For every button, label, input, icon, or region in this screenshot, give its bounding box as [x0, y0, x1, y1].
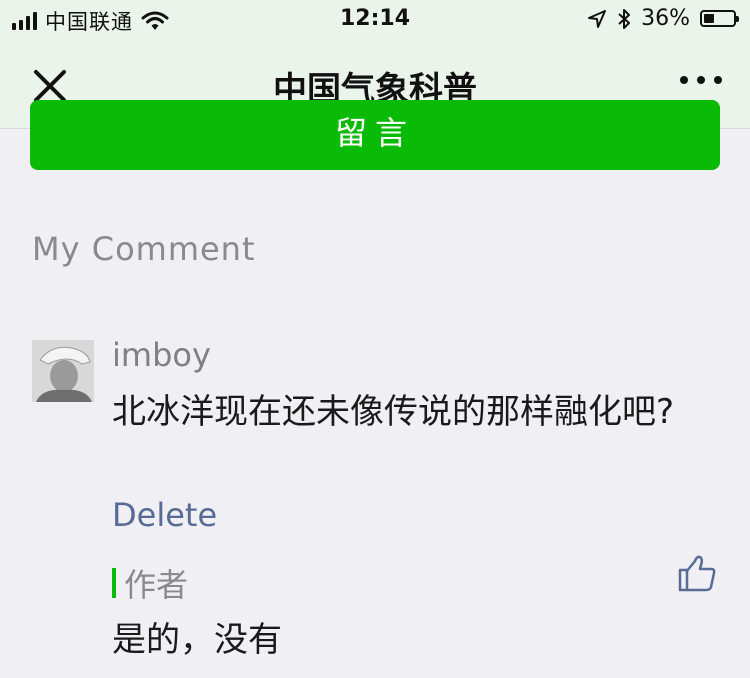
- comment-nickname: imboy: [112, 336, 211, 374]
- bluetooth-icon: [617, 8, 631, 30]
- location-arrow-icon: [587, 9, 607, 29]
- reply-text: 是的，没有: [112, 620, 282, 660]
- section-title: My Comment: [32, 230, 256, 268]
- reply-indicator-bar: [112, 568, 116, 598]
- thumbs-up-icon[interactable]: [676, 552, 718, 594]
- leave-comment-button-label: 留言: [334, 114, 415, 152]
- leave-comment-button[interactable]: 留言: [30, 100, 720, 170]
- comment-text: 北冰洋现在还未像传说的那样融化吧?: [112, 392, 675, 432]
- battery-icon: [700, 10, 739, 27]
- avatar: [32, 340, 94, 402]
- battery-text: 36%: [641, 6, 690, 31]
- battery-level: [704, 14, 714, 23]
- reply-author-label: 作者: [124, 566, 189, 604]
- status-bar: 中国联通 12:14 36%: [0, 0, 750, 40]
- reply-author-tag: 作者: [112, 560, 188, 606]
- more-icon[interactable]: [680, 76, 722, 84]
- status-right: 36%: [587, 6, 739, 31]
- delete-button[interactable]: Delete: [112, 496, 217, 534]
